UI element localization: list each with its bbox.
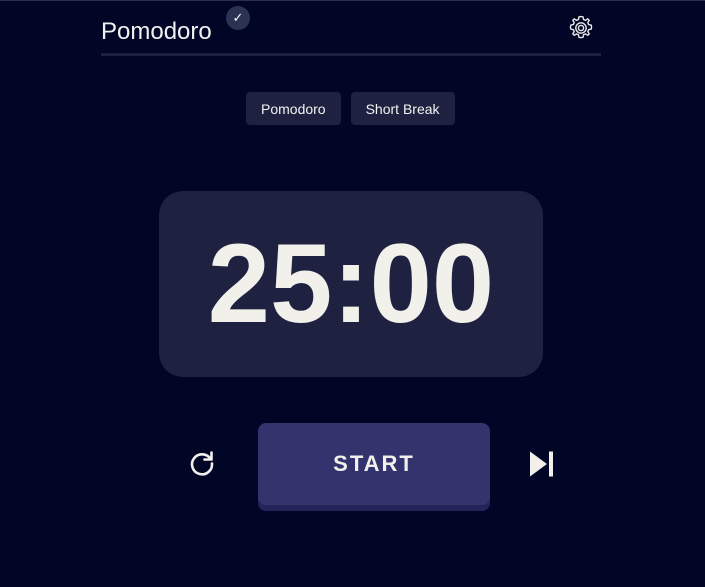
skip-button[interactable]: [526, 449, 556, 479]
app-title: Pomodoro: [101, 18, 212, 45]
settings-button[interactable]: [565, 12, 597, 44]
timer-card: 25:00: [159, 191, 543, 377]
header-divider: [101, 53, 601, 56]
mode-tabs: Pomodoro Short Break: [246, 92, 455, 125]
skip-next-icon: [530, 451, 553, 477]
reset-icon: [190, 451, 214, 476]
timer-display: 25:00: [207, 221, 495, 346]
tab-pomodoro[interactable]: Pomodoro: [246, 92, 341, 125]
start-button[interactable]: START: [258, 423, 490, 505]
gear-icon: [569, 15, 593, 39]
reset-button[interactable]: [186, 447, 218, 479]
check-icon: ✓: [226, 6, 250, 30]
tab-short-break[interactable]: Short Break: [350, 92, 455, 125]
header: Pomodoro ✓: [101, 0, 601, 56]
